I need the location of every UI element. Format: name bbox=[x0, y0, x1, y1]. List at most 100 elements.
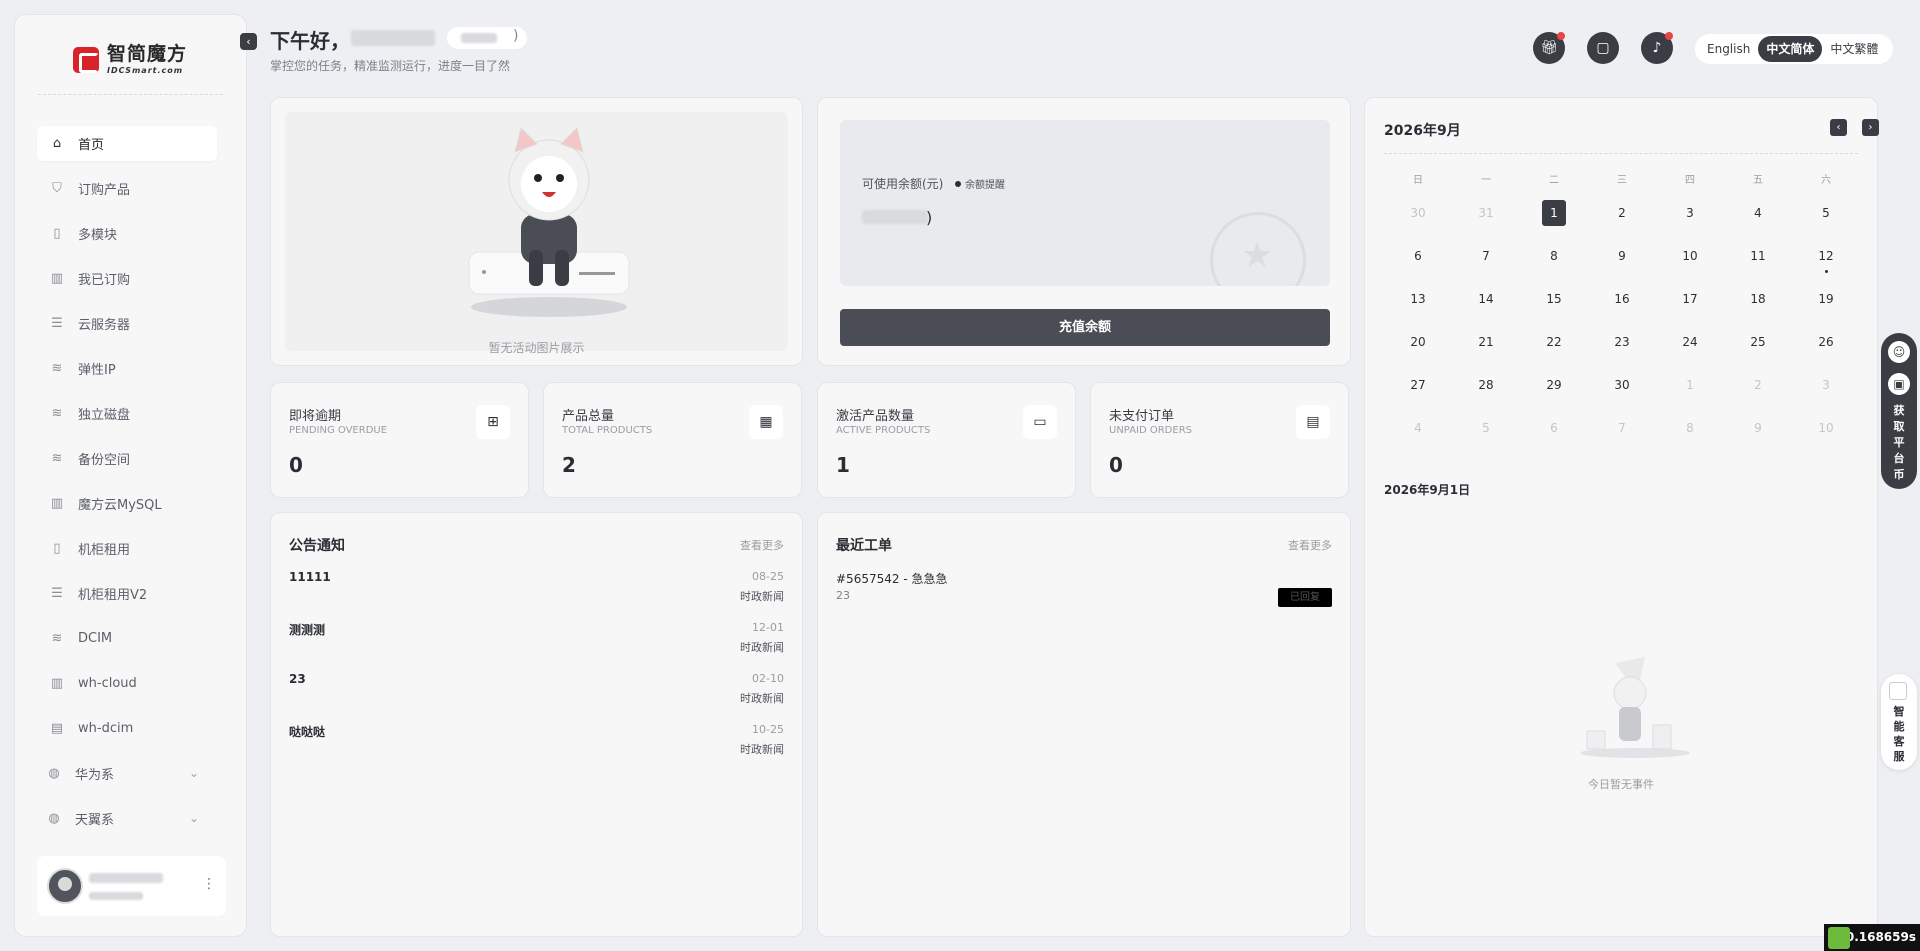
sidebar-item-2[interactable]: ▯ 多模块 bbox=[37, 216, 217, 251]
sidebar-item-4[interactable]: ☰ 云服务器 bbox=[37, 306, 217, 341]
calendar-day[interactable]: 24 bbox=[1656, 329, 1724, 372]
calendar-prev-button[interactable]: ‹ bbox=[1830, 119, 1847, 136]
user-card[interactable]: ⋮ bbox=[37, 856, 226, 916]
notice-item[interactable]: 哒哒哒 10-25 时政新闻 bbox=[289, 723, 784, 763]
calendar-day[interactable]: 30 bbox=[1384, 200, 1452, 243]
calendar-day[interactable]: 29 bbox=[1520, 372, 1588, 415]
ticket-more-link[interactable]: 查看更多 bbox=[1288, 537, 1332, 553]
calendar-day[interactable]: 2 bbox=[1724, 372, 1792, 415]
sidebar-item-3[interactable]: ▥ 我已订购 bbox=[37, 261, 217, 296]
logo-icon bbox=[73, 47, 99, 73]
stat-card[interactable]: 激活产品数量 ACTIVE PRODUCTS 1 ▭ bbox=[817, 382, 1076, 498]
calendar-day[interactable]: 7 bbox=[1452, 243, 1520, 286]
stat-card[interactable]: 未支付订单 UNPAID ORDERS 0 ▤ bbox=[1090, 382, 1349, 498]
sidebar-item-0[interactable]: ⌂ 首页 bbox=[37, 126, 217, 161]
sidebar-group-label: 华为系 bbox=[75, 768, 115, 783]
lang-zh-tw[interactable]: 中文繁體 bbox=[1822, 36, 1886, 62]
calendar-next-button[interactable]: › bbox=[1862, 119, 1879, 136]
calendar-day[interactable]: 21 bbox=[1452, 329, 1520, 372]
calendar-day[interactable]: 11 bbox=[1724, 243, 1792, 286]
stat-value: 1 bbox=[836, 453, 850, 477]
user-email-masked bbox=[89, 892, 143, 900]
notice-more-link[interactable]: 查看更多 bbox=[740, 537, 784, 553]
calendar-day[interactable]: 5 bbox=[1792, 200, 1860, 243]
calendar-day[interactable]: 3 bbox=[1792, 372, 1860, 415]
notice-item-date: 02-10 bbox=[752, 672, 784, 685]
sidebar-item-1[interactable]: ⛉ 订购产品 bbox=[37, 171, 217, 206]
more-vertical-icon[interactable]: ⋮ bbox=[202, 876, 216, 892]
stat-card[interactable]: 即将逾期 PENDING OVERDUE 0 ⊞ bbox=[270, 382, 529, 498]
lang-zh-cn[interactable]: 中文简体 bbox=[1758, 36, 1823, 62]
collapse-sidebar-button[interactable]: ‹ bbox=[240, 33, 257, 50]
server-icon: ☰ bbox=[51, 585, 63, 601]
calendar-day[interactable]: 9 bbox=[1724, 415, 1792, 458]
platform-coin-widget[interactable]: ☺ ▣ 获取平台币 bbox=[1881, 333, 1917, 489]
calendar-day[interactable]: 9 bbox=[1588, 243, 1656, 286]
notification-button[interactable]: ♪ bbox=[1641, 32, 1673, 64]
sidebar-item-11[interactable]: ≋ DCIM bbox=[37, 621, 217, 656]
calendar-panel: 2026年9月 ‹ › 日一二三四五六 30 31 1 2 3 4 5 6 7 8 9 10 11 12 13… bbox=[1364, 97, 1879, 937]
calendar-day[interactable]: 25 bbox=[1724, 329, 1792, 372]
calendar-day[interactable]: 1 bbox=[1520, 200, 1588, 243]
calendar-day[interactable]: 12 bbox=[1792, 243, 1860, 286]
calendar-day[interactable]: 31 bbox=[1452, 200, 1520, 243]
calendar-day[interactable]: 23 bbox=[1588, 329, 1656, 372]
shop-button[interactable]: ▢ bbox=[1587, 32, 1619, 64]
balance-reminder[interactable]: 余额提醒 bbox=[955, 176, 1005, 191]
calendar-day[interactable]: 3 bbox=[1656, 200, 1724, 243]
avatar[interactable] bbox=[47, 868, 83, 904]
notice-item-title: 11111 bbox=[289, 570, 331, 584]
notice-item-category: 时政新闻 bbox=[740, 743, 784, 756]
calendar-day[interactable]: 19 bbox=[1792, 286, 1860, 329]
calendar-day[interactable]: 4 bbox=[1384, 415, 1452, 458]
calendar-day[interactable]: 4 bbox=[1724, 200, 1792, 243]
sidebar-item-6[interactable]: ≋ 独立磁盘 bbox=[37, 396, 217, 431]
recharge-button[interactable]: 充值余额 bbox=[840, 309, 1330, 346]
lang-english[interactable]: English bbox=[1699, 36, 1758, 62]
calendar-day[interactable]: 10 bbox=[1656, 243, 1724, 286]
sidebar-item-9[interactable]: ▯ 机柜租用 bbox=[37, 531, 217, 566]
sidebar-item-10[interactable]: ☰ 机柜租用V2 bbox=[37, 576, 217, 611]
calendar-day[interactable]: 1 bbox=[1656, 372, 1724, 415]
sidebar-item-8[interactable]: ▥ 魔方云MySQL bbox=[37, 486, 217, 521]
sidebar-item-13[interactable]: ▤ wh-dcim bbox=[37, 711, 217, 746]
calendar-day[interactable]: 6 bbox=[1384, 243, 1452, 286]
notice-item[interactable]: 11111 08-25 时政新闻 bbox=[289, 570, 784, 610]
sidebar-item-12[interactable]: ▥ wh-cloud bbox=[37, 666, 217, 701]
calendar-day[interactable]: 17 bbox=[1656, 286, 1724, 329]
notice-item[interactable]: 测测测 12-01 时政新闻 bbox=[289, 621, 784, 661]
empty-caption: 今日暂无事件 bbox=[1588, 778, 1654, 791]
sidebar-group-0[interactable]: ◍ 华为系 ⌄ bbox=[37, 756, 217, 791]
calendar-day[interactable]: 5 bbox=[1452, 415, 1520, 458]
calendar-day[interactable]: 6 bbox=[1520, 415, 1588, 458]
chevron-down-icon[interactable]: ⌄ bbox=[189, 811, 199, 825]
calendar-day[interactable]: 28 bbox=[1452, 372, 1520, 415]
chevron-down-icon[interactable]: ⌄ bbox=[189, 766, 199, 780]
chart-icon: ▥ bbox=[50, 495, 64, 511]
sidebar-item-7[interactable]: ≋ 备份空间 bbox=[37, 441, 217, 476]
customer-service-widget[interactable]: 智能客服 bbox=[1881, 674, 1917, 770]
calendar-day[interactable]: 20 bbox=[1384, 329, 1452, 372]
calendar-day[interactable]: 30 bbox=[1588, 372, 1656, 415]
calendar-day[interactable]: 7 bbox=[1588, 415, 1656, 458]
calendar-day[interactable]: 22 bbox=[1520, 329, 1588, 372]
ticket-item-title[interactable]: #5657542 - 急急急 bbox=[836, 570, 947, 587]
calendar-day[interactable]: 8 bbox=[1656, 415, 1724, 458]
calendar-day[interactable]: 2 bbox=[1588, 200, 1656, 243]
gift-button[interactable]: 🎁︎ bbox=[1533, 32, 1565, 64]
calendar-day[interactable]: 10 bbox=[1792, 415, 1860, 458]
calendar-day[interactable]: 15 bbox=[1520, 286, 1588, 329]
sidebar-item-5[interactable]: ≋ 弹性IP bbox=[37, 351, 217, 386]
stat-title: 未支付订单 bbox=[1109, 409, 1175, 424]
calendar-day[interactable]: 8 bbox=[1520, 243, 1588, 286]
sidebar-group-1[interactable]: ◍ 天翼系 ⌄ bbox=[37, 801, 217, 836]
stat-card[interactable]: 产品总量 TOTAL PRODUCTS 2 ▦ bbox=[543, 382, 802, 498]
notice-item[interactable]: 23 02-10 时政新闻 bbox=[289, 672, 784, 712]
calendar-day[interactable]: 27 bbox=[1384, 372, 1452, 415]
brand-logo[interactable]: 智简魔方 IDCSmart.com bbox=[73, 45, 187, 75]
calendar-day[interactable]: 18 bbox=[1724, 286, 1792, 329]
calendar-day[interactable]: 14 bbox=[1452, 286, 1520, 329]
calendar-day[interactable]: 16 bbox=[1588, 286, 1656, 329]
calendar-day[interactable]: 13 bbox=[1384, 286, 1452, 329]
calendar-day[interactable]: 26 bbox=[1792, 329, 1860, 372]
